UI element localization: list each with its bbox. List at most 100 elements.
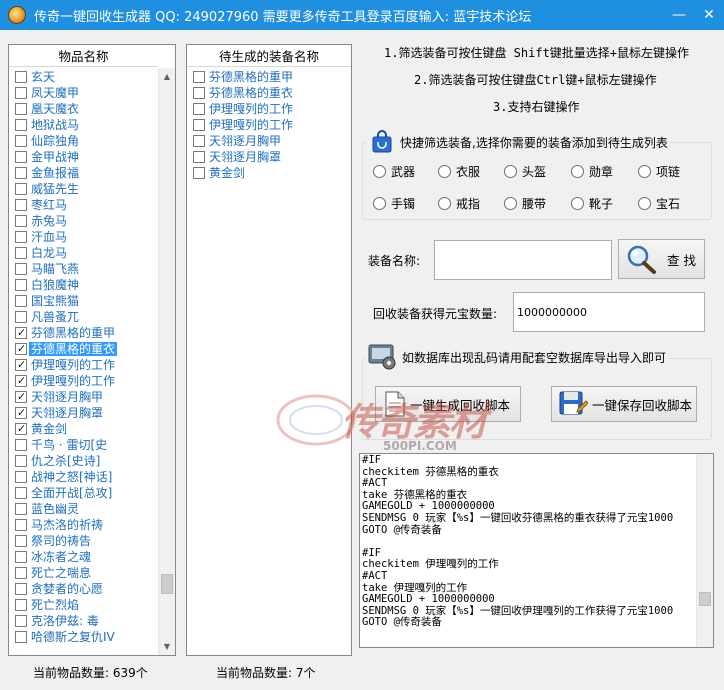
- pending-checkbox[interactable]: [193, 151, 205, 163]
- item-checkbox[interactable]: [15, 389, 27, 405]
- item-checkbox[interactable]: [15, 567, 27, 579]
- scroll-thumb[interactable]: [161, 574, 173, 594]
- list-item[interactable]: 黄金剑: [9, 421, 158, 437]
- list-item[interactable]: 马杰洛的祈祷: [9, 517, 158, 533]
- item-checkbox[interactable]: [15, 325, 27, 341]
- list-item[interactable]: 玄天: [9, 69, 158, 85]
- list-item[interactable]: 金鱼报福: [9, 165, 158, 181]
- item-checkbox[interactable]: [15, 167, 27, 179]
- filter-radio[interactable]: 靴子: [571, 195, 613, 212]
- items-list[interactable]: 物品名称 玄天 凤天魔甲 凰天魔衣 地狱战马 仙踪独角 金甲战神 金鱼报福 威猛先生 枣红马 赤兔…: [8, 44, 176, 656]
- item-checkbox[interactable]: [15, 373, 27, 389]
- item-checkbox[interactable]: [15, 471, 27, 483]
- pending-checkbox[interactable]: [193, 87, 205, 99]
- filter-radio[interactable]: 腰带: [504, 195, 546, 212]
- pending-item[interactable]: 伊理嘎列的工作: [187, 117, 351, 133]
- list-item[interactable]: 战神之怒[神话]: [9, 469, 158, 485]
- item-checkbox[interactable]: [15, 599, 27, 611]
- item-checkbox[interactable]: [15, 487, 27, 499]
- list-item[interactable]: 仙踪独角: [9, 133, 158, 149]
- search-input[interactable]: [434, 240, 612, 280]
- item-checkbox[interactable]: [15, 135, 27, 147]
- list-item[interactable]: 冰冻者之魂: [9, 549, 158, 565]
- list-item[interactable]: 枣红马: [9, 197, 158, 213]
- list-item[interactable]: 威猛先生: [9, 181, 158, 197]
- scroll-up-arrow[interactable]: ▲: [159, 68, 175, 85]
- pending-checkbox[interactable]: [193, 135, 205, 147]
- list-item[interactable]: 仇之杀[史诗]: [9, 453, 158, 469]
- item-checkbox[interactable]: [15, 263, 27, 275]
- filter-radio[interactable]: 宝石: [638, 195, 680, 212]
- items-scrollbar[interactable]: ▲ ▼: [158, 68, 175, 655]
- item-checkbox[interactable]: [15, 119, 27, 131]
- pending-checkbox[interactable]: [193, 103, 205, 115]
- item-checkbox[interactable]: [15, 405, 27, 421]
- radio-circle[interactable]: [571, 197, 584, 210]
- pending-item[interactable]: 天翎逐月胸甲: [187, 133, 351, 149]
- minimize-button[interactable]: —: [664, 0, 694, 30]
- item-checkbox[interactable]: [15, 583, 27, 595]
- item-checkbox[interactable]: [15, 279, 27, 291]
- filter-radio[interactable]: 衣服: [438, 163, 480, 180]
- title-bar[interactable]: 传奇一键回收生成器 QQ: 249027960 需要更多传奇工具登录百度输入: …: [0, 0, 724, 30]
- item-checkbox[interactable]: [15, 357, 27, 373]
- list-item[interactable]: 哈德斯之复仇IV: [9, 629, 158, 645]
- item-checkbox[interactable]: [15, 71, 27, 83]
- item-checkbox[interactable]: [15, 631, 27, 643]
- list-item[interactable]: 汗血马: [9, 229, 158, 245]
- pending-checkbox[interactable]: [193, 167, 205, 179]
- script-output[interactable]: #IF checkitem 芬德黑格的重衣 #ACT take 芬德黑格的重衣 GAME…: [359, 453, 714, 648]
- list-item[interactable]: 天翎逐月胸罩: [9, 405, 158, 421]
- item-checkbox[interactable]: [15, 535, 27, 547]
- list-item[interactable]: 金甲战神: [9, 149, 158, 165]
- filter-radio[interactable]: 手镯: [373, 195, 415, 212]
- gold-input[interactable]: 1000000000: [513, 292, 705, 332]
- item-checkbox[interactable]: [15, 551, 27, 563]
- list-item[interactable]: 全面开战[总攻]: [9, 485, 158, 501]
- list-item[interactable]: 祭司的祷告: [9, 533, 158, 549]
- item-checkbox[interactable]: [15, 103, 27, 115]
- list-item[interactable]: 凡兽蚤兀: [9, 309, 158, 325]
- pending-item[interactable]: 伊理嘎列的工作: [187, 101, 351, 117]
- pending-checkbox[interactable]: [193, 71, 205, 83]
- save-script-button[interactable]: 一键保存回收脚本: [551, 386, 697, 422]
- list-item[interactable]: 伊理嘎列的工作: [9, 357, 158, 373]
- generate-script-button[interactable]: 一键生成回收脚本: [375, 386, 521, 422]
- item-checkbox[interactable]: [15, 231, 27, 243]
- radio-circle[interactable]: [571, 165, 584, 178]
- pending-item[interactable]: 天翎逐月胸罩: [187, 149, 351, 165]
- pending-list[interactable]: 待生成的装备名称 芬德黑格的重甲 芬德黑格的重衣 伊理嘎列的工作 伊理嘎列的工作 天翎逐…: [186, 44, 352, 656]
- pending-item[interactable]: 黄金剑: [187, 165, 351, 181]
- list-item[interactable]: 贪婪者的心愿: [9, 581, 158, 597]
- list-item[interactable]: 伊理嘎列的工作: [9, 373, 158, 389]
- pending-checkbox[interactable]: [193, 119, 205, 131]
- filter-radio[interactable]: 头盔: [504, 163, 546, 180]
- search-button[interactable]: 查 找: [618, 239, 705, 279]
- item-checkbox[interactable]: [15, 87, 27, 99]
- filter-radio[interactable]: 项链: [638, 163, 680, 180]
- script-scrollbar[interactable]: [696, 454, 713, 647]
- list-item[interactable]: 凤天魔甲: [9, 85, 158, 101]
- filter-radio[interactable]: 勋章: [571, 163, 613, 180]
- item-checkbox[interactable]: [15, 503, 27, 515]
- radio-circle[interactable]: [504, 197, 517, 210]
- item-checkbox[interactable]: [15, 421, 27, 437]
- list-item[interactable]: 蓝色幽灵: [9, 501, 158, 517]
- item-checkbox[interactable]: [15, 183, 27, 195]
- item-checkbox[interactable]: [15, 519, 27, 531]
- list-item[interactable]: 芬德黑格的重衣: [9, 341, 158, 357]
- item-checkbox[interactable]: [15, 199, 27, 211]
- pending-item[interactable]: 芬德黑格的重衣: [187, 85, 351, 101]
- radio-circle[interactable]: [638, 197, 651, 210]
- list-item[interactable]: 天翎逐月胸甲: [9, 389, 158, 405]
- filter-radio[interactable]: 武器: [373, 163, 415, 180]
- radio-circle[interactable]: [438, 165, 451, 178]
- item-checkbox[interactable]: [15, 215, 27, 227]
- list-item[interactable]: 千鸟 · 雷切[史: [9, 437, 158, 453]
- list-item[interactable]: 白狼魔神: [9, 277, 158, 293]
- list-item[interactable]: 白龙马: [9, 245, 158, 261]
- close-button[interactable]: ✕: [694, 0, 724, 30]
- item-checkbox[interactable]: [15, 455, 27, 467]
- radio-circle[interactable]: [373, 197, 386, 210]
- item-checkbox[interactable]: [15, 247, 27, 259]
